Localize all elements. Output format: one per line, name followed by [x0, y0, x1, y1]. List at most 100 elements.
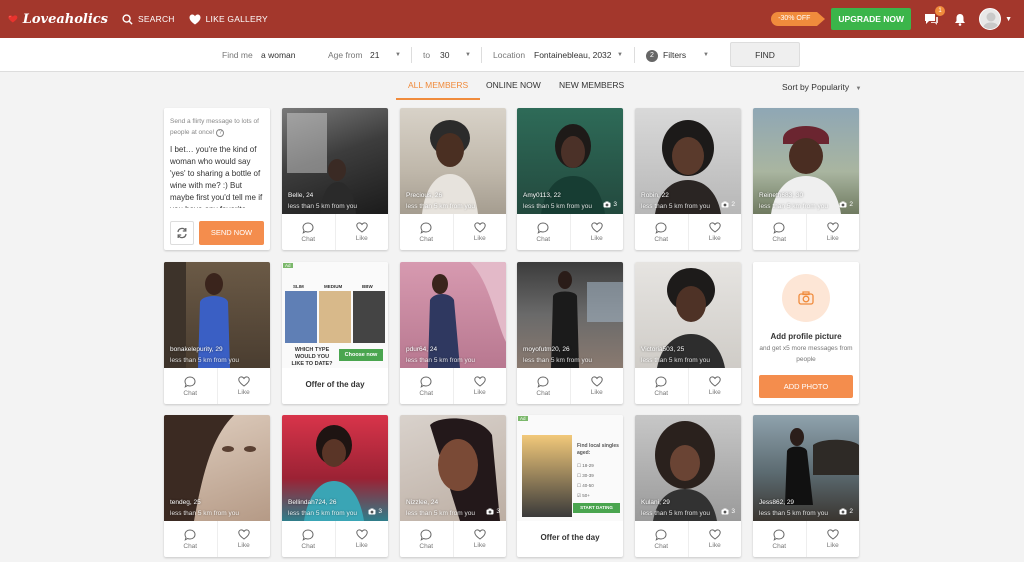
location-select[interactable]: Fontainebleau, 2032 — [534, 38, 612, 72]
bell-icon — [955, 13, 966, 26]
upgrade-now-button[interactable]: UPGRADE NOW — [831, 8, 912, 30]
age-from-select[interactable]: 21 — [370, 38, 379, 72]
like-button[interactable]: Like — [687, 521, 742, 557]
like-button[interactable]: Like — [216, 368, 271, 404]
member-card[interactable]: tendeg, 25 less than 5 km from you Chat … — [164, 415, 270, 557]
add-photo-circle[interactable] — [782, 274, 830, 322]
offer-card[interactable]: Ad SLIM MEDIUM BBW WHICH TYPE WOULD YOU … — [282, 262, 388, 404]
add-photo-button[interactable]: ADD PHOTO — [759, 375, 853, 398]
like-button[interactable]: Like — [687, 368, 742, 404]
like-label: Like — [355, 235, 368, 242]
member-card[interactable]: Belle, 24 less than 5 km from you Chat L… — [282, 108, 388, 250]
heart-outline-icon — [474, 376, 486, 387]
find-button[interactable]: FIND — [730, 42, 800, 67]
chat-button[interactable]: Chat — [282, 214, 335, 250]
chat-button[interactable]: Chat — [164, 368, 217, 404]
ad-tag: Ad — [518, 416, 528, 421]
chat-button[interactable]: Chat — [635, 214, 688, 250]
member-card[interactable]: Jess862, 29 less than 5 km from you 2 Ch… — [753, 415, 859, 557]
offer-banner[interactable]: Ad Find local singles aged: ☐ 18-29 ☐ 30… — [517, 415, 623, 521]
member-name: Belle, 24 — [288, 192, 314, 199]
like-button[interactable]: Like — [334, 214, 389, 250]
age-to-chevron-down-icon[interactable]: ▼ — [465, 38, 471, 72]
member-card[interactable]: Reineth683, 30 less than 5 km from you 2… — [753, 108, 859, 250]
like-button[interactable]: Like — [569, 368, 624, 404]
body-type-photo — [319, 291, 351, 343]
location-chevron-down-icon[interactable]: ▼ — [617, 38, 623, 72]
chat-button[interactable]: Chat — [517, 368, 570, 404]
chat-button[interactable]: Chat — [517, 214, 570, 250]
logo[interactable]: Loveaholics — [8, 8, 108, 30]
like-label: Like — [590, 235, 603, 242]
chat-icon — [773, 221, 785, 234]
sort-dropdown[interactable]: Sort by Popularity ▼ — [782, 82, 861, 92]
messages-button[interactable]: 1 — [921, 6, 946, 29]
nav-search[interactable]: SEARCH — [122, 13, 175, 25]
member-card[interactable]: pdur64, 24 less than 5 km from you Chat … — [400, 262, 506, 404]
info-icon[interactable]: ? — [216, 129, 225, 137]
camera-icon — [721, 508, 729, 515]
tab-all-members[interactable]: ALL MEMBERS — [396, 80, 481, 100]
member-card[interactable]: Robin, 22 less than 5 km from you 2 Chat… — [635, 108, 741, 250]
choose-now-button[interactable]: Choose now — [339, 349, 383, 361]
refresh-message-button[interactable] — [170, 221, 194, 245]
member-distance: less than 5 km from you — [759, 510, 828, 517]
chat-button[interactable]: Chat — [635, 521, 688, 557]
account-menu-chevron-icon[interactable]: ▼ — [1005, 16, 1012, 23]
member-card[interactable]: Kulani, 29 less than 5 km from you 3 Cha… — [635, 415, 741, 557]
age-range-option[interactable]: ☑ 50+ — [577, 491, 594, 501]
filters-button[interactable]: 2 Filters — [646, 38, 686, 72]
photo-count: 2 — [721, 201, 735, 208]
like-button[interactable]: Like — [805, 521, 860, 557]
age-range-option[interactable]: ☐ 18-29 — [577, 461, 594, 471]
member-name: Precious, 26 — [406, 192, 443, 199]
like-button[interactable]: Like — [452, 521, 507, 557]
age-range-option[interactable]: ☐ 40-50 — [577, 481, 594, 491]
nav-like-gallery[interactable]: LIKE GALLERY — [189, 14, 268, 25]
start-dating-button[interactable]: START DATING — [573, 503, 620, 513]
chat-button[interactable]: Chat — [753, 521, 806, 557]
member-card[interactable]: moyofutm20, 26 less than 5 km from you C… — [517, 262, 623, 404]
like-button[interactable]: Like — [687, 214, 742, 250]
member-card[interactable]: Nizzlee, 24 less than 5 km from you 3 Ch… — [400, 415, 506, 557]
like-button[interactable]: Like — [805, 214, 860, 250]
member-card[interactable]: bonakelepurity, 29 less than 5 km from y… — [164, 262, 270, 404]
chat-button[interactable]: Chat — [753, 214, 806, 250]
user-avatar[interactable] — [979, 8, 1002, 30]
chat-button[interactable]: Chat — [282, 521, 335, 557]
like-button[interactable]: Like — [216, 521, 271, 557]
member-card[interactable]: Bellindah724, 26 less than 5 km from you… — [282, 415, 388, 557]
notifications-button[interactable] — [950, 9, 970, 29]
member-name: pdur64, 24 — [406, 346, 438, 353]
member-card[interactable]: Victoria503, 25 less than 5 km from you … — [635, 262, 741, 404]
age-from-label: Age from — [328, 50, 363, 60]
like-label: Like — [355, 542, 368, 549]
member-card[interactable]: Precious, 26 less than 5 km from you Cha… — [400, 108, 506, 250]
like-button[interactable]: Like — [334, 521, 389, 557]
member-tabs: ALL MEMBERS ONLINE NOW NEW MEMBERS — [0, 80, 1024, 100]
age-range-option[interactable]: ☐ 30-39 — [577, 471, 594, 481]
tab-online-now[interactable]: ONLINE NOW — [486, 80, 541, 90]
like-button[interactable]: Like — [452, 214, 507, 250]
chat-button[interactable]: Chat — [400, 214, 453, 250]
tab-new-members[interactable]: NEW MEMBERS — [559, 80, 624, 90]
heart-outline-icon — [709, 529, 721, 540]
like-button[interactable]: Like — [569, 214, 624, 250]
member-card[interactable]: Amy0113, 22 less than 5 km from you 3 Ch… — [517, 108, 623, 250]
send-now-button[interactable]: SEND NOW — [199, 221, 264, 245]
offer-banner[interactable]: Ad SLIM MEDIUM BBW WHICH TYPE WOULD YOU … — [282, 262, 388, 368]
like-button[interactable]: Like — [452, 368, 507, 404]
offer-card[interactable]: Ad Find local singles aged: ☐ 18-29 ☐ 30… — [517, 415, 623, 557]
chat-button[interactable]: Chat — [400, 521, 453, 557]
chat-label: Chat — [772, 542, 787, 550]
chat-button[interactable]: Chat — [635, 368, 688, 404]
chat-button[interactable]: Chat — [164, 521, 217, 557]
find-me-select[interactable]: a woman — [261, 38, 296, 72]
chat-label: Chat — [183, 542, 198, 550]
chat-icon — [302, 221, 314, 234]
discount-promo-tag[interactable]: -30% OFF — [771, 12, 826, 26]
filters-chevron-down-icon[interactable]: ▼ — [703, 38, 709, 72]
age-from-chevron-down-icon[interactable]: ▼ — [395, 38, 401, 72]
age-to-select[interactable]: 30 — [440, 38, 449, 72]
chat-button[interactable]: Chat — [400, 368, 453, 404]
